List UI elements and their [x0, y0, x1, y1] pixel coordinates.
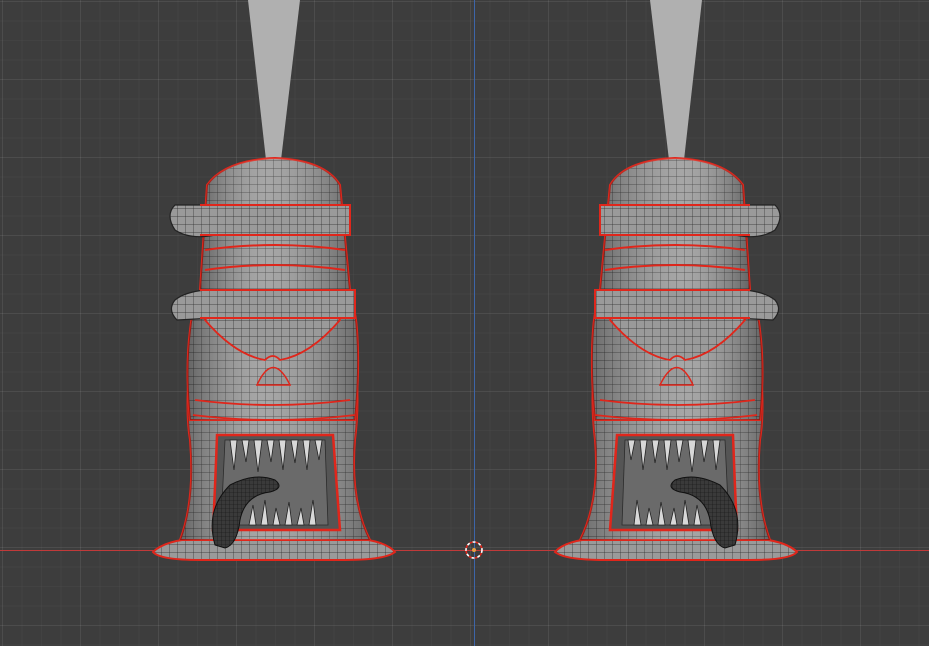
- boot-left-icon[interactable]: [145, 0, 405, 570]
- boot-right-icon[interactable]: [545, 0, 805, 570]
- 3d-viewport[interactable]: [0, 0, 929, 646]
- 3d-cursor-icon[interactable]: [464, 540, 484, 560]
